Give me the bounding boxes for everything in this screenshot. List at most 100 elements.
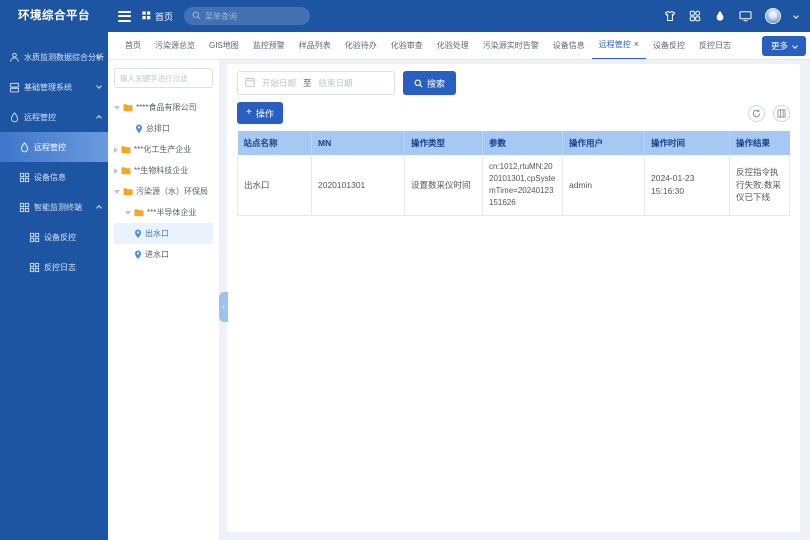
layout-dashboard-icon[interactable]: [689, 10, 701, 22]
refresh-icon[interactable]: [748, 105, 765, 122]
user-avatar[interactable]: [765, 8, 781, 24]
theme-skin-icon[interactable]: [664, 10, 676, 22]
tree-node-chemical-company[interactable]: ***化工生产企业: [114, 139, 213, 160]
top-header: 首页: [108, 0, 810, 32]
filter-row: 开始日期 至 结束日期 搜索: [237, 71, 790, 95]
folder-icon: [121, 145, 131, 154]
sidebar-item-label: 基础管理系统: [24, 82, 72, 93]
tab-remote-control[interactable]: 远程管控 ×: [592, 32, 646, 60]
search-button[interactable]: 搜索: [403, 71, 456, 95]
tab-home[interactable]: 首页: [118, 32, 148, 60]
table-tools: [748, 105, 790, 122]
drop-icon: [19, 142, 31, 153]
sidebar-item-smart-terminal[interactable]: 智能监测终端: [0, 192, 108, 222]
tab-close-icon[interactable]: ×: [634, 40, 639, 49]
tree-node-semiconductor-company[interactable]: ***半导体企业: [114, 202, 213, 223]
date-range-picker[interactable]: 开始日期 至 结束日期: [237, 71, 395, 95]
end-date-placeholder[interactable]: 结束日期: [319, 77, 353, 89]
tab-device-reverse-control[interactable]: 设备反控: [646, 32, 692, 60]
system-icon: [9, 82, 21, 93]
grid-icon: [19, 172, 31, 183]
content-area: ****食品有限公司 总排口 ***化工生产: [108, 60, 810, 540]
table-header-row: 站点名称 MN 操作类型 参数 操作用户 操作时间 操作结果: [238, 131, 790, 155]
sidebar-item-remote-control-group[interactable]: 远程管控: [0, 102, 108, 132]
cell-op-user: admin: [563, 155, 645, 216]
menu-search-input[interactable]: [205, 12, 302, 21]
tab-lab-review[interactable]: 化验审查: [384, 32, 430, 60]
app-root: 环境综合平台 水质监测数据综合分析 基础管理系统 远程管: [0, 0, 810, 540]
sidebar-item-label: 设备信息: [34, 172, 66, 183]
tab-lab-todo[interactable]: 化验待办: [338, 32, 384, 60]
col-op-result: 操作结果: [730, 131, 790, 155]
tab-realtime-alarm[interactable]: 污染源实时告警: [476, 32, 546, 60]
column-settings-icon[interactable]: [773, 105, 790, 122]
caret-down-icon[interactable]: [125, 211, 131, 215]
cell-op-result: 反控指令执行失败:数采仪已下线: [730, 155, 790, 216]
cell-op-type: 设置数采仪时间: [405, 155, 483, 216]
grid-icon: [29, 232, 41, 243]
sidebar-item-label: 反控日志: [44, 262, 76, 273]
tab-lab-process[interactable]: 化验处理: [430, 32, 476, 60]
folder-icon: [121, 166, 131, 175]
caret-right-icon[interactable]: [114, 168, 118, 174]
col-site-name: 站点名称: [238, 131, 312, 155]
user-menu-chevron-icon[interactable]: [793, 13, 799, 19]
col-params: 参数: [483, 131, 563, 155]
tree-filter: [114, 68, 213, 88]
tree-node-biotech-company[interactable]: **生物科技企业: [114, 160, 213, 181]
tree-node-main-outlet[interactable]: 总排口: [114, 118, 213, 139]
tab-reverse-control-log[interactable]: 反控日志: [692, 32, 738, 60]
more-tabs-button[interactable]: 更多: [762, 36, 806, 56]
sidebar-item-device-reverse-control[interactable]: 设备反控: [0, 222, 108, 252]
water-drop-icon[interactable]: [714, 10, 726, 22]
tab-pollution-overview[interactable]: 污染源总览: [148, 32, 202, 60]
folder-icon: [123, 187, 133, 196]
tree-node-outlet[interactable]: 出水口: [114, 223, 213, 244]
header-actions: [664, 8, 798, 24]
sidebar-item-label: 智能监测终端: [34, 202, 82, 213]
col-mn: MN: [312, 131, 405, 155]
sidebar-item-base-system[interactable]: 基础管理系统: [0, 72, 108, 102]
range-separator: 至: [303, 77, 312, 89]
col-op-type: 操作类型: [405, 131, 483, 155]
grid-icon: [19, 202, 31, 213]
analysis-icon: [9, 52, 21, 63]
sidebar-item-water-analysis[interactable]: 水质监测数据综合分析: [0, 42, 108, 72]
folder-icon: [134, 208, 144, 217]
tree-filter-input[interactable]: [114, 68, 213, 88]
sidebar-item-remote-control[interactable]: 远程管控: [0, 132, 108, 162]
tree-node-food-company[interactable]: ****食品有限公司: [114, 97, 213, 118]
caret-down-icon[interactable]: [114, 106, 120, 110]
sidebar-menu: 水质监测数据综合分析 基础管理系统 远程管控: [0, 32, 108, 282]
caret-down-icon[interactable]: [114, 190, 120, 194]
tab-sample-list[interactable]: 样品列表: [292, 32, 338, 60]
pin-icon: [134, 250, 142, 260]
start-date-placeholder[interactable]: 开始日期: [262, 77, 296, 89]
sidebar-item-reverse-control-log[interactable]: 反控日志: [0, 252, 108, 282]
tab-device-info[interactable]: 设备信息: [546, 32, 592, 60]
chevron-down-icon: [792, 43, 798, 49]
sidebar-item-label: 设备反控: [44, 232, 76, 243]
folder-icon: [123, 103, 133, 112]
main-panel: ‹ 开始日期 至 结束日期 搜索: [227, 64, 800, 532]
caret-right-icon[interactable]: [114, 147, 118, 153]
sidebar-item-device-info[interactable]: 设备信息: [0, 162, 108, 192]
sidebar-item-label: 远程管控: [34, 142, 66, 153]
plus-icon: +: [246, 108, 252, 118]
home-link[interactable]: 首页: [142, 10, 173, 23]
tree-node-inlet[interactable]: 进水口: [114, 244, 213, 265]
fullscreen-monitor-icon[interactable]: [739, 10, 752, 22]
operations-table: 站点名称 MN 操作类型 参数 操作用户 操作时间 操作结果 出水口 20201: [237, 131, 790, 216]
menu-search-box: [184, 7, 310, 25]
tree-node-epa-bureau[interactable]: 污染源（水）环保局: [114, 181, 213, 202]
chevron-up-icon: [96, 115, 102, 121]
hamburger-menu-icon[interactable]: [118, 11, 131, 22]
drop-icon: [9, 112, 21, 123]
operate-button[interactable]: + 操作: [237, 102, 283, 124]
tab-gis-map[interactable]: GIS地图: [202, 32, 246, 60]
tab-monitor-warning[interactable]: 监控预警: [246, 32, 292, 60]
home-grid-icon: [142, 11, 151, 22]
sidebar-item-label: 远程管控: [24, 112, 56, 123]
table-row[interactable]: 出水口 2020101301 设置数采仪时间 cn:1012,rtuMN:202…: [238, 155, 790, 216]
collapse-panel-handle[interactable]: ‹: [219, 292, 228, 322]
